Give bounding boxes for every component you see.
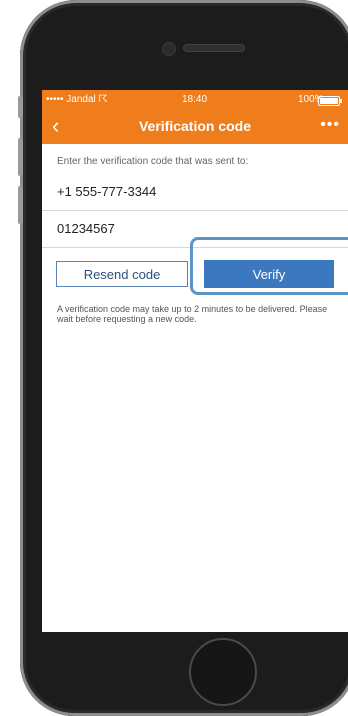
status-bar: ••••• Jandal ☈ 18:40 100%: [42, 90, 348, 110]
verification-code-input[interactable]: [57, 217, 337, 239]
page-title: Verification code: [138, 118, 252, 134]
earpiece-speaker: [183, 44, 245, 52]
volume-down-button: [18, 186, 23, 224]
front-camera-icon: [162, 42, 176, 56]
volume-up-button: [18, 138, 23, 176]
phone-number: +1 555-777-3344: [57, 184, 157, 199]
more-options-icon[interactable]: •••: [320, 116, 340, 134]
mute-switch: [18, 96, 23, 118]
carrier-signal: ••••• Jandal ☈: [46, 94, 108, 105]
code-sent-label: Enter the verification code that was sen…: [57, 156, 249, 167]
status-time: 18:40: [182, 94, 208, 105]
navigation-bar: ‹ Verification code •••: [42, 110, 348, 144]
home-button[interactable]: [189, 638, 257, 706]
app-screen: ••••• Jandal ☈ 18:40 100% ‹ Verification…: [42, 90, 348, 632]
verify-button-highlight: [190, 237, 348, 295]
delivery-notice: A verification code may take up to 2 min…: [57, 304, 328, 324]
divider: [42, 210, 348, 211]
battery-icon: [318, 96, 342, 106]
resend-code-button[interactable]: Resend code: [56, 261, 188, 287]
